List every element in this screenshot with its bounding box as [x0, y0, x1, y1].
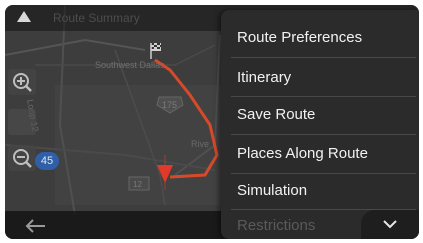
speed-badge: 45: [35, 152, 59, 170]
back-arrow-icon[interactable]: [21, 217, 51, 235]
menu-item-route-preferences[interactable]: Route Preferences: [221, 20, 419, 56]
map-label-road-shield: 175: [162, 100, 177, 110]
menu-item-save-route[interactable]: Save Route: [221, 97, 419, 133]
zoom-out-button[interactable]: [8, 145, 36, 171]
zoom-in-icon: [13, 73, 32, 92]
map-label-place: Southwest Dallas: [95, 60, 165, 70]
zoom-out-icon: [13, 149, 32, 168]
speed-badge-value: 45: [40, 155, 54, 167]
menu-item-simulation[interactable]: Simulation: [221, 173, 419, 209]
menu-scroll-down-button[interactable]: [361, 210, 419, 239]
map-label-road-south: 12: [133, 180, 142, 189]
menu-item-places-along-route[interactable]: Places Along Route: [221, 136, 419, 172]
menu-separator: [231, 57, 416, 58]
zoom-in-button[interactable]: [8, 69, 36, 95]
route-options-menu: Route Preferences Itinerary Save Route P…: [221, 10, 419, 239]
menu-separator: [231, 134, 416, 135]
navigation-arrow-icon: [17, 11, 31, 22]
chevron-down-icon: [383, 220, 397, 229]
map-mode-button[interactable]: [8, 109, 36, 135]
map-label-road-east: Rive: [191, 139, 209, 149]
device-screen: Southwest Dallas Loop 12 175 12 Rive Rou…: [5, 5, 419, 239]
menu-item-itinerary[interactable]: Itinerary: [221, 60, 419, 96]
top-bar-title: Route Summary: [53, 11, 140, 25]
